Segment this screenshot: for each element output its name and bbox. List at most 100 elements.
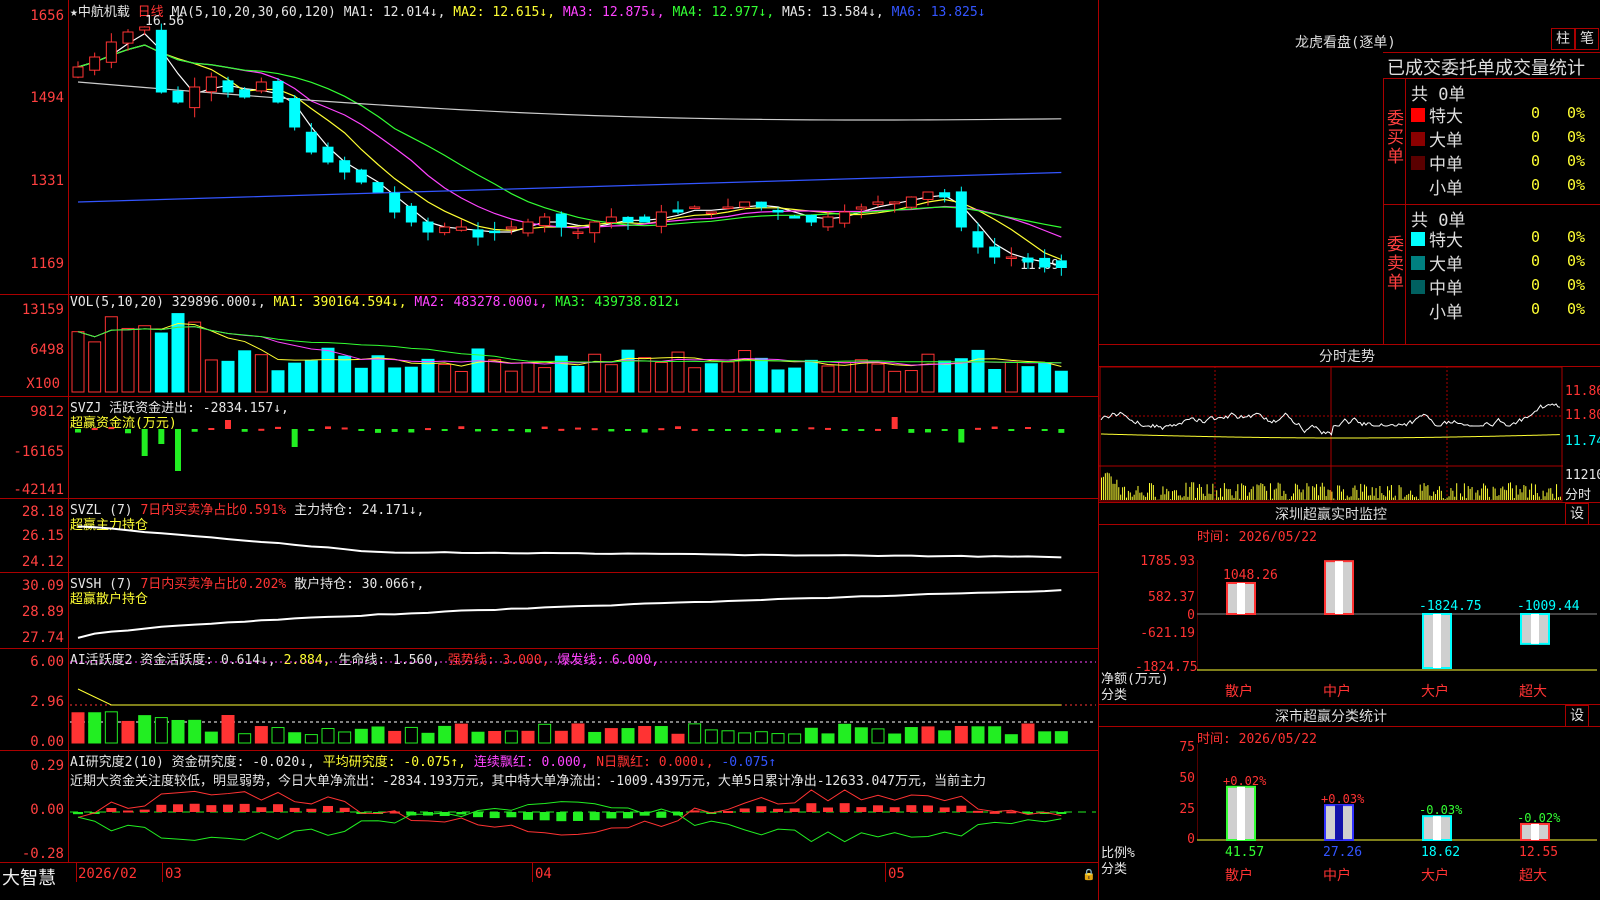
intraday-vol-bar — [1193, 482, 1195, 500]
sz-class-panel[interactable]: 深市超赢分类统计 设 时间: 2026/05/22 75 50 25 0 比例%… — [1098, 704, 1600, 900]
kline-chart[interactable] — [70, 18, 1096, 290]
intraday-vol-bar — [1239, 498, 1241, 500]
research-bar — [456, 812, 467, 815]
y-tick: 50 — [1179, 771, 1195, 786]
ai-activity-panel[interactable]: 6.00 2.96 0.00 AI活跃度2 资金活跃度: 0.614↓, 2.8… — [0, 648, 1098, 751]
intraday-vol-bar — [1367, 495, 1369, 500]
net-bar-2[interactable] — [1422, 613, 1452, 669]
intraday-vol-bar — [1175, 490, 1177, 500]
activity-bar — [654, 726, 668, 744]
ratio-bar-0[interactable] — [1226, 785, 1256, 841]
intraday-vol-bar — [1101, 477, 1102, 500]
research-bar — [473, 812, 483, 818]
intraday-chart[interactable] — [1099, 366, 1563, 502]
intraday-vol-bar — [1477, 490, 1479, 500]
volume-bar — [971, 349, 985, 393]
ai-activity-chart[interactable] — [70, 648, 1096, 748]
kline-panel[interactable]: 1656 1494 1331 1169 ★中航机载 日线 MA(5,10,20,… — [0, 0, 1098, 295]
flow-bar — [608, 429, 615, 432]
ratio-bar-1[interactable] — [1324, 804, 1354, 841]
research-bar — [139, 809, 150, 812]
intraday-vol-bar — [1108, 473, 1110, 500]
ratio-bar-2[interactable] — [1422, 815, 1452, 841]
intraday-vol-bar — [1154, 496, 1156, 500]
svzl-panel[interactable]: 28.18 26.15 24.12 SVZL (7) 7日内买卖净占比0.591… — [0, 498, 1098, 573]
intraday-vol-bar — [1191, 482, 1193, 500]
price-tick: 11.74 — [1565, 434, 1600, 449]
divider — [1383, 204, 1600, 205]
intraday-panel[interactable]: 分时走势 11.86 11.80 11.74 11210 分时 — [1098, 344, 1600, 503]
ratio-chart[interactable]: +0.02% 41.57 散户 +0.03% 27.26 中户 -0.03% 18.62 大户 -… — [1197, 744, 1600, 900]
net-bar-0[interactable] — [1226, 581, 1256, 615]
intraday-vol-bar — [1440, 490, 1442, 500]
flow-bar — [825, 427, 831, 430]
intraday-vol-bar — [1402, 498, 1404, 500]
intraday-vol-bar — [1185, 482, 1187, 500]
net-value-label: -1824.75 — [1419, 599, 1482, 614]
svzl-chart[interactable] — [70, 498, 1096, 570]
intraday-vol-bar — [1498, 495, 1500, 500]
volume-bar — [188, 321, 202, 393]
candle-body — [389, 192, 401, 213]
class-settings-button[interactable]: 设 — [1565, 705, 1589, 727]
monitor-settings-button[interactable]: 设 — [1565, 503, 1589, 525]
flow-bar — [625, 429, 631, 431]
intraday-vol-bar — [1517, 494, 1519, 500]
intraday-vol-bar — [1557, 497, 1559, 500]
divider — [1099, 726, 1600, 727]
intraday-vol-bar — [1483, 483, 1485, 500]
intraday-vol-bar — [1419, 484, 1421, 500]
volume-bar — [788, 367, 802, 393]
ratio-bar-3[interactable] — [1520, 822, 1550, 841]
svzj-panel[interactable]: 9812 -16165 -42141 SVZJ 活跃资金进出: -2834.15… — [0, 396, 1098, 499]
bar-mode-button[interactable]: 柱 — [1551, 28, 1575, 50]
research-bar — [589, 812, 600, 821]
activity-bar — [321, 728, 335, 744]
net-amount-chart[interactable]: 1048.26 散户 1785.93 中户 -1824.75 大户 -1009.44 超大 — [1197, 560, 1600, 704]
volume-bar — [371, 355, 385, 393]
lock-icon[interactable]: 🔒 — [1082, 868, 1096, 881]
intraday-vol-bar — [1346, 495, 1348, 500]
intraday-vol-bar — [1410, 490, 1412, 500]
category-swatch — [1411, 256, 1425, 270]
activity-bar — [271, 727, 285, 744]
intraday-vol-bar — [1102, 476, 1104, 500]
intraday-vol-bar — [1492, 486, 1494, 500]
research-bar — [723, 810, 733, 813]
svzj-chart[interactable] — [70, 396, 1096, 496]
research-bar — [889, 807, 900, 812]
net-bar-3[interactable] — [1520, 613, 1550, 645]
candle-body — [272, 80, 284, 103]
research-bar — [323, 805, 333, 812]
delta-label: -0.02% — [1517, 811, 1561, 825]
intraday-vol-bar — [1206, 484, 1208, 500]
volume-bar — [1038, 362, 1052, 393]
ai-research-chart[interactable] — [70, 750, 1096, 860]
intraday-vol-bar — [1400, 487, 1402, 500]
ai-research-panel[interactable]: 0.29 0.00 -0.28 AI研究度2(10) 资金研究度: -0.020… — [0, 750, 1098, 863]
intraday-vol-bar — [1494, 488, 1496, 500]
price-line — [1100, 403, 1560, 436]
intraday-vol-bar — [1456, 483, 1458, 500]
svsh-chart[interactable] — [70, 572, 1096, 646]
category-pct: 0% — [1567, 152, 1586, 170]
intraday-vol-bar — [1197, 487, 1198, 500]
intraday-vol-bar — [1237, 484, 1239, 500]
intraday-vol-bar — [1273, 489, 1275, 500]
activity-bar — [488, 730, 502, 744]
category-name: 小单 — [1429, 179, 1463, 199]
tick-mode-button[interactable]: 笔 — [1575, 28, 1599, 50]
net-bar-1[interactable] — [1324, 560, 1354, 616]
y-axis-line — [68, 648, 69, 750]
research-bar — [223, 804, 233, 812]
svsh-panel[interactable]: 30.09 28.89 27.74 SVSH (7) 7日内买卖净占比0.202… — [0, 572, 1098, 649]
volume-panel[interactable]: 13159 6498 X100 VOL(5,10,20) 329896.000↓… — [0, 294, 1098, 397]
flow-bar — [158, 429, 165, 444]
candle-body — [505, 226, 517, 230]
y-tick: 0 — [1187, 832, 1195, 847]
volume-chart[interactable] — [70, 308, 1096, 394]
sz-monitor-panel[interactable]: 深圳超赢实时监控 设 时间: 2026/05/22 1785.93 582.37… — [1098, 502, 1600, 705]
candle-body — [155, 29, 167, 93]
research-bar — [656, 812, 667, 818]
activity-bar — [221, 715, 235, 744]
